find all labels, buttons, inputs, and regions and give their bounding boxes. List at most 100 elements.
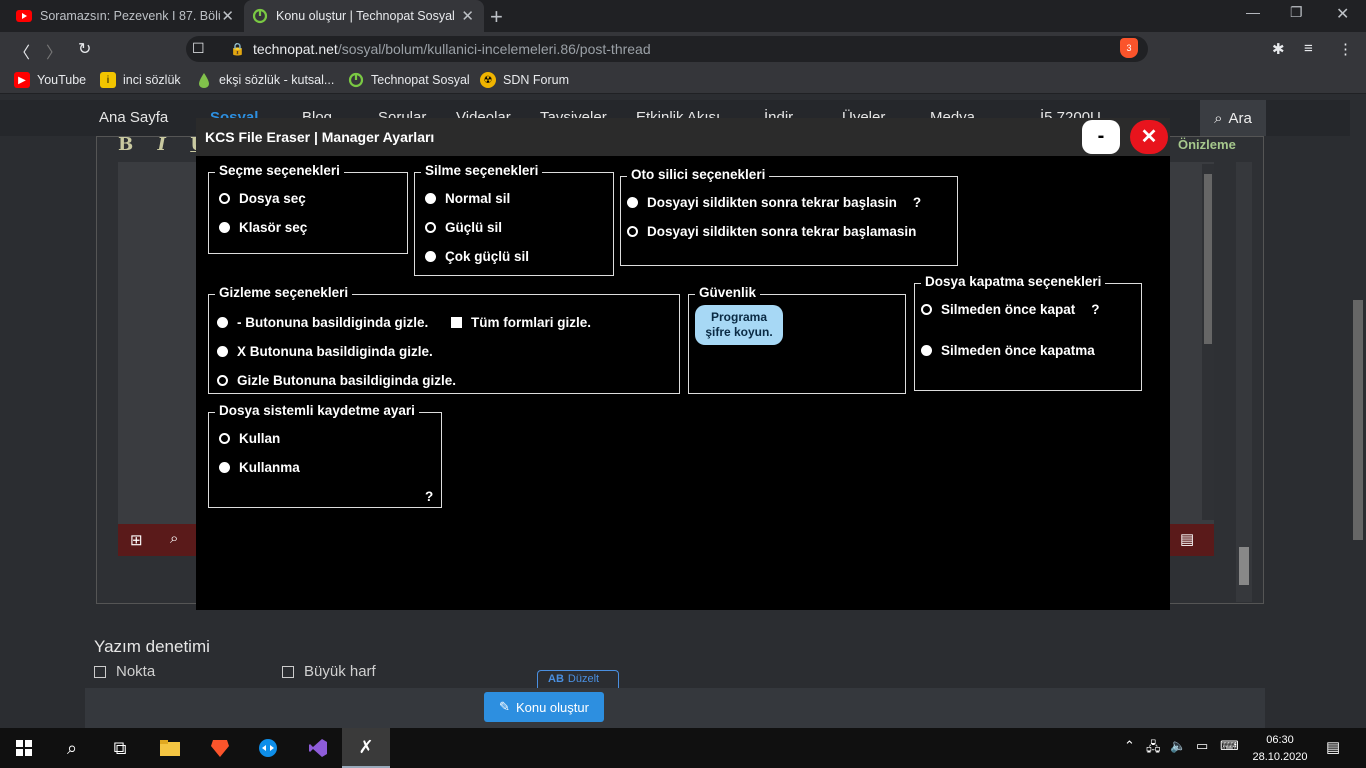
radio-label: Silmeden önce kapat — [941, 302, 1076, 317]
security-group: Güvenlik Programa şifre koyun. — [688, 285, 906, 394]
dialog-title-bar[interactable]: KCS File Eraser | Manager Ayarları — [196, 118, 1170, 156]
help-icon[interactable]: ? — [913, 195, 921, 210]
url-path: /sosyal/bolum/kullanici-incelemeleri.86/… — [337, 41, 651, 57]
radio-strong-delete[interactable]: Güçlü sil — [425, 220, 502, 235]
bookmark-eksi[interactable]: ekşi sözlük - kutsal... — [196, 72, 334, 88]
visual-studio-icon[interactable] — [294, 728, 342, 768]
window-scroll-thumb[interactable] — [1353, 300, 1363, 540]
radio-circle[interactable] — [219, 433, 230, 444]
tab-youtube[interactable]: Soramazsın: Pezevenk I 87. Bölüm ✕ — [8, 0, 244, 32]
tab-title: Konu oluştur | Technopat Sosyal — [276, 9, 455, 23]
radio-circle[interactable] — [425, 251, 436, 262]
set-password-button[interactable]: Programa şifre koyun. — [695, 305, 783, 345]
menu-icon[interactable]: ⋮ — [1338, 40, 1353, 58]
minimize-window-icon[interactable]: — — [1246, 4, 1260, 20]
radio-use[interactable]: Kullan — [219, 431, 280, 446]
windows-start-icon[interactable] — [0, 728, 48, 768]
tray-expand-icon[interactable]: ⌃ — [1124, 738, 1135, 754]
taskbar-clock[interactable]: 06:30 28.10.2020 — [1252, 732, 1308, 766]
radio-label: X Butonuna basildiginda gizle. — [237, 344, 433, 359]
radio-circle[interactable] — [627, 197, 638, 208]
bold-button[interactable]: B — [118, 134, 133, 155]
bookmark-youtube[interactable]: ▶ YouTube — [14, 72, 86, 88]
page-scrollbar[interactable] — [1236, 162, 1252, 602]
dialog-close-button[interactable]: ✕ — [1130, 120, 1168, 154]
radio-circle[interactable] — [627, 226, 638, 237]
checkbox-box[interactable] — [282, 665, 294, 678]
bookmark-technopat[interactable]: Technopat Sosyal — [348, 72, 470, 88]
radio-dont-use[interactable]: Kullanma — [219, 460, 300, 475]
radio-circle[interactable] — [921, 304, 932, 315]
fix-button[interactable]: AB Düzelt — [537, 670, 619, 688]
battery-icon[interactable]: ▭ — [1196, 738, 1208, 754]
radio-circle[interactable] — [921, 345, 932, 356]
create-thread-button[interactable]: ✎ Konu oluştur — [484, 692, 604, 722]
network-icon[interactable]: 🖧 — [1146, 738, 1161, 760]
italic-button[interactable]: I — [158, 134, 166, 155]
preview-button[interactable]: Önizleme — [1178, 137, 1236, 152]
checkbox-box[interactable] — [451, 317, 462, 328]
dialog-minimize-button[interactable]: - — [1082, 120, 1120, 154]
bookmark-sdn[interactable]: ☢ SDN Forum — [480, 72, 569, 88]
kcs-app-icon[interactable]: ✗ — [342, 728, 390, 768]
radio-circle[interactable] — [217, 317, 228, 328]
radio-hide-button[interactable]: Gizle Butonuna basildiginda gizle. — [217, 373, 456, 388]
back-icon[interactable]: 〈 — [14, 39, 30, 63]
bookmark-page-icon[interactable]: ☐ — [192, 40, 205, 57]
volume-icon[interactable]: 🔈 — [1170, 738, 1186, 754]
task-view-icon[interactable]: ⧉ — [96, 728, 144, 768]
address-bar[interactable]: 🔒 technopat.net/sosyal/bolum/kullanici-i… — [186, 36, 1148, 62]
radio-hide-minus[interactable]: - Butonuna basildiginda gizle. — [217, 315, 428, 330]
radio-select-folder[interactable]: Klasör seç — [219, 220, 307, 235]
page-scroll-thumb[interactable] — [1239, 547, 1249, 585]
extensions-icon[interactable]: ✱ — [1272, 40, 1285, 58]
window-scrollbar[interactable] — [1350, 100, 1366, 728]
checkbox-hide-all-forms[interactable]: Tüm formlari gizle. — [451, 315, 591, 330]
forward-icon[interactable]: 〉 — [46, 39, 62, 63]
radio-circle[interactable] — [219, 222, 230, 233]
close-tab-icon[interactable]: ✕ — [461, 7, 474, 25]
radio-circle[interactable] — [425, 222, 436, 233]
spellcheck-nokta-checkbox[interactable]: Nokta — [94, 663, 155, 680]
editor-scrollbar[interactable] — [1202, 164, 1214, 520]
radio-circle[interactable] — [217, 375, 228, 386]
spellcheck-icon: AB — [548, 673, 564, 685]
close-tab-icon[interactable]: ✕ — [221, 7, 234, 25]
file-explorer-icon[interactable] — [146, 728, 194, 768]
radio-circle[interactable] — [425, 193, 436, 204]
bookmark-inci[interactable]: i inci sözlük — [100, 72, 181, 88]
close-window-icon[interactable]: ✕ — [1336, 4, 1349, 24]
help-icon[interactable]: ? — [425, 489, 433, 504]
radio-close-before[interactable]: Silmeden önce kapat? — [921, 302, 1100, 317]
tab-technopat[interactable]: Konu oluştur | Technopat Sosyal ✕ — [244, 0, 484, 32]
radio-circle[interactable] — [219, 462, 230, 473]
keyboard-icon[interactable]: ⌨ — [1220, 738, 1239, 754]
radio-no-close-before[interactable]: Silmeden önce kapatma — [921, 343, 1095, 358]
teamviewer-icon[interactable] — [244, 728, 292, 768]
radio-select-file[interactable]: Dosya seç — [219, 191, 306, 206]
search-button[interactable]: ⌕ Ara — [1200, 100, 1266, 136]
checkbox-box[interactable] — [94, 665, 106, 678]
brave-shields-icon[interactable]: 3 — [1120, 38, 1138, 58]
group-legend: Gizleme seçenekleri — [215, 285, 353, 300]
save-settings-group: Dosya sistemli kaydetme ayari Kullan Kul… — [208, 403, 442, 508]
playlist-icon[interactable]: ≡ — [1304, 40, 1313, 57]
new-tab-button[interactable]: + — [490, 4, 503, 30]
radio-auto-no-restart[interactable]: Dosyayi sildikten sonra tekrar başlamasi… — [627, 224, 916, 239]
restore-window-icon[interactable]: ❐ — [1290, 4, 1303, 21]
radio-hide-x[interactable]: X Butonuna basildiginda gizle. — [217, 344, 433, 359]
radio-circle[interactable] — [217, 346, 228, 357]
radio-normal-delete[interactable]: Normal sil — [425, 191, 510, 206]
radio-very-strong-delete[interactable]: Çok güçlü sil — [425, 249, 529, 264]
action-center-icon[interactable]: ▤ — [1326, 738, 1340, 756]
editor-scroll-thumb[interactable] — [1204, 174, 1212, 344]
brave-browser-icon[interactable] — [196, 728, 244, 768]
radio-circle[interactable] — [219, 193, 230, 204]
nav-home[interactable]: Ana Sayfa — [99, 109, 168, 126]
select-options-group: Seçme seçenekleri Dosya seç Klasör seç — [208, 163, 408, 254]
reload-icon[interactable]: ↻ — [78, 39, 91, 59]
spellcheck-buyuk-harf-checkbox[interactable]: Büyük harf — [282, 663, 376, 680]
help-icon[interactable]: ? — [1091, 302, 1099, 317]
radio-auto-restart[interactable]: Dosyayi sildikten sonra tekrar başlasin? — [627, 195, 921, 210]
search-icon[interactable]: ⌕ — [48, 728, 96, 768]
